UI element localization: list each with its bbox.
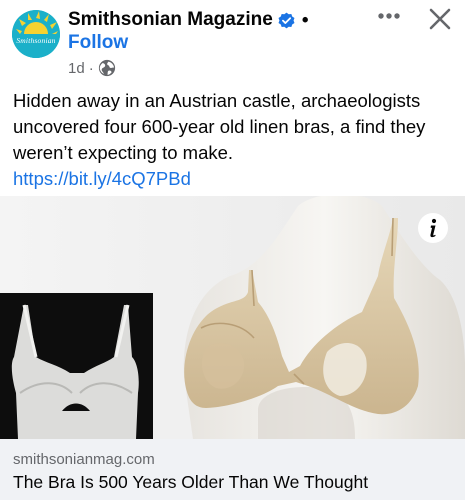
post-timestamp[interactable]: 1d bbox=[68, 60, 85, 77]
link-headline[interactable]: The Bra Is 500 Years Older Than We Thoug… bbox=[13, 472, 368, 493]
separator-dot: • bbox=[301, 9, 309, 31]
modern-bra-photo bbox=[0, 293, 153, 439]
post-body: Hidden away in an Austrian castle, archa… bbox=[13, 88, 458, 192]
follow-button[interactable]: Follow bbox=[68, 32, 128, 54]
inset-photo bbox=[0, 293, 153, 439]
close-icon[interactable] bbox=[427, 6, 453, 32]
link-preview-image[interactable] bbox=[0, 196, 465, 439]
post-header: Smithsonian Smithsonian Magazine • Follo… bbox=[0, 0, 465, 88]
avatar-wordmark: Smithsonian bbox=[16, 36, 56, 45]
page-name[interactable]: Smithsonian Magazine bbox=[68, 9, 273, 31]
post-link[interactable]: https://bit.ly/4cQ7PBd bbox=[13, 166, 458, 192]
page-name-row: Smithsonian Magazine • bbox=[68, 7, 308, 33]
page-avatar[interactable]: Smithsonian bbox=[12, 10, 60, 58]
post-meta: 1d · bbox=[68, 58, 116, 78]
smithsonian-sun-logo-icon bbox=[12, 10, 60, 58]
info-icon[interactable] bbox=[417, 212, 449, 244]
link-domain: smithsonianmag.com bbox=[13, 451, 155, 468]
link-preview-caption[interactable]: smithsonianmag.com The Bra Is 500 Years … bbox=[0, 439, 465, 500]
more-options-icon[interactable] bbox=[374, 2, 404, 30]
post-message: Hidden away in an Austrian castle, archa… bbox=[13, 90, 426, 163]
verified-badge-icon bbox=[278, 12, 295, 28]
meta-separator: · bbox=[88, 59, 94, 77]
globe-icon bbox=[98, 59, 115, 77]
